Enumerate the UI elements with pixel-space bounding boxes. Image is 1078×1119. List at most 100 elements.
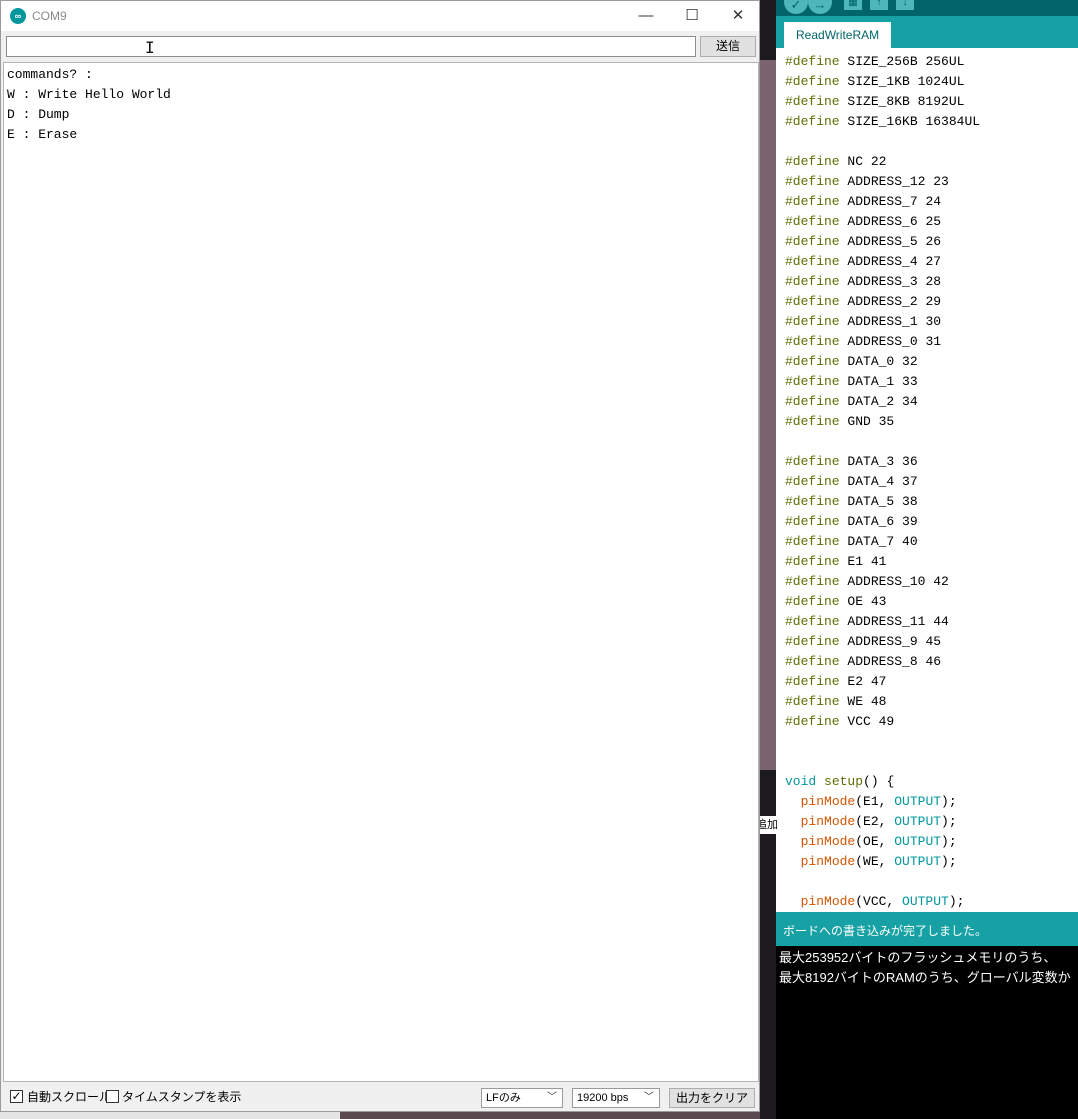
define-name: SIZE_16KB (839, 114, 926, 129)
define-value: 25 (925, 214, 942, 229)
define-keyword: #define (785, 314, 840, 329)
send-button[interactable]: 送信 (700, 36, 756, 57)
define-value: 16384UL (925, 114, 981, 129)
define-name: OE (839, 594, 871, 609)
autoscroll-label: 自動スクロール (27, 1090, 112, 1104)
define-keyword: #define (785, 94, 840, 109)
maximize-button[interactable]: ☐ (669, 1, 715, 31)
code-editor[interactable]: #define SIZE_256B 256UL #define SIZE_1KB … (776, 48, 1078, 912)
code-line: #define ADDRESS_3 28 (785, 272, 941, 292)
define-name: DATA_7 (839, 534, 903, 549)
void-keyword: void (785, 774, 817, 789)
code-line: #define SIZE_8KB 8192UL (785, 92, 964, 112)
tab-readwriteram[interactable]: ReadWriteRAM (784, 22, 892, 48)
line-ending-select[interactable]: LFのみ ﹀ (481, 1088, 563, 1108)
define-keyword: #define (785, 614, 840, 629)
serial-monitor-window: ∞ COM9 — ☐ ✕ I 送信 commands? : W : Write H… (0, 0, 760, 1112)
verify-icon[interactable]: ✓ (784, 0, 808, 14)
code-line: #define ADDRESS_4 27 (785, 252, 941, 272)
define-name: DATA_4 (839, 474, 903, 489)
define-keyword: #define (785, 294, 840, 309)
open-sketch-icon[interactable]: ↑ (870, 0, 888, 10)
define-keyword: #define (785, 114, 840, 129)
bottom-bar: ✓ 自動スクロール タイムスタンプを表示 LFのみ ﹀ 19200 bps ﹀ … (1, 1083, 759, 1111)
autoscroll-checkbox[interactable]: ✓ (10, 1090, 23, 1103)
define-keyword: #define (785, 674, 840, 689)
define-keyword: #define (785, 394, 840, 409)
define-value: 48 (870, 694, 887, 709)
define-value: 29 (925, 294, 942, 309)
define-name: ADDRESS_12 (839, 174, 934, 189)
define-value: 1024UL (917, 74, 965, 89)
define-value: 35 (878, 414, 895, 429)
define-name: DATA_3 (839, 454, 903, 469)
define-name: E1 (839, 554, 871, 569)
code-line: pinMode(VCC, OUTPUT); (785, 892, 965, 912)
define-keyword: #define (785, 474, 840, 489)
desktop-wallpaper (760, 60, 776, 770)
define-name: ADDRESS_0 (839, 334, 926, 349)
define-value: 8192UL (917, 94, 965, 109)
window-title: COM9 (32, 9, 67, 23)
define-name: ADDRESS_2 (839, 294, 926, 309)
define-value: 34 (902, 394, 918, 409)
define-name: ADDRESS_9 (839, 634, 926, 649)
upload-icon[interactable]: → (808, 0, 832, 14)
output-constant: OUTPUT (894, 814, 942, 829)
code-line: #define DATA_3 36 (785, 452, 918, 472)
pinmode-call: pinMode (800, 834, 856, 849)
minimize-button[interactable]: — (623, 1, 669, 31)
define-value: 26 (925, 234, 942, 249)
define-name: ADDRESS_7 (839, 194, 926, 209)
send-row: I 送信 (1, 31, 759, 61)
baud-rate-select[interactable]: 19200 bps ﹀ (572, 1088, 660, 1108)
code-line: #define ADDRESS_2 29 (785, 292, 941, 312)
timestamp-checkbox[interactable] (106, 1090, 119, 1103)
define-keyword: #define (785, 574, 840, 589)
define-keyword: #define (785, 694, 840, 709)
output-line: E : Erase (7, 127, 78, 142)
pinmode-call: pinMode (800, 814, 856, 829)
code-line: pinMode(E1, OUTPUT); (785, 792, 957, 812)
status-message: ボードへの書き込みが完了しました。 (776, 912, 1078, 946)
timestamp-label: タイムスタンプを表示 (122, 1090, 242, 1104)
define-name: GND (839, 414, 879, 429)
code-line: #define SIZE_1KB 1024UL (785, 72, 964, 92)
close-button[interactable]: ✕ (715, 1, 759, 31)
define-keyword: #define (785, 654, 840, 669)
define-keyword: #define (785, 634, 840, 649)
define-name: E2 (839, 674, 871, 689)
define-value: 49 (878, 714, 895, 729)
new-sketch-icon[interactable]: ▦ (844, 0, 862, 10)
define-value: 22 (870, 154, 887, 169)
call-args-open: (VCC, (855, 894, 903, 909)
code-line: #define NC 22 (785, 152, 886, 172)
code-line: pinMode(E2, OUTPUT); (785, 812, 957, 832)
console-line: 最大253952バイトのフラッシュメモリのうち、 (779, 950, 1057, 965)
call-args-open: (WE, (855, 854, 895, 869)
text-cursor-icon: I (145, 38, 155, 57)
save-sketch-icon[interactable]: ↓ (896, 0, 914, 10)
serial-output[interactable]: commands? : W : Write Hello World D : Dump… (3, 62, 759, 1082)
code-line: #define DATA_6 39 (785, 512, 918, 532)
define-keyword: #define (785, 214, 840, 229)
code-line: #define ADDRESS_0 31 (785, 332, 941, 352)
clear-output-button[interactable]: 出力をクリア (669, 1088, 755, 1108)
define-value: 43 (870, 594, 887, 609)
code-line: #define DATA_5 38 (785, 492, 918, 512)
define-keyword: #define (785, 234, 840, 249)
call-args-open: (OE, (855, 834, 895, 849)
define-keyword: #define (785, 54, 840, 69)
title-bar[interactable]: ∞ COM9 — ☐ ✕ (1, 1, 759, 31)
ide-tabbar: ReadWriteRAM (776, 16, 1078, 48)
code-line: #define GND 35 (785, 412, 894, 432)
code-line: #define ADDRESS_10 42 (785, 572, 949, 592)
ide-toolbar: ✓ → ▦ ↑ ↓ (776, 0, 1078, 16)
define-name: ADDRESS_4 (839, 254, 926, 269)
send-input[interactable] (6, 36, 696, 57)
define-keyword: #define (785, 554, 840, 569)
code-line: pinMode(OE, OUTPUT); (785, 832, 957, 852)
